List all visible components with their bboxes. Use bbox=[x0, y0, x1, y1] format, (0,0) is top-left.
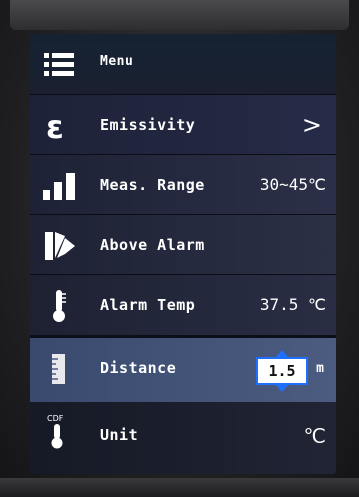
menu-item-label: Unit bbox=[100, 426, 139, 444]
decrement-arrow-icon[interactable] bbox=[276, 385, 288, 392]
device-top-bezel bbox=[10, 0, 349, 30]
svg-text:CDF: CDF bbox=[47, 414, 64, 423]
distance-value: 1.5 bbox=[268, 362, 296, 380]
menu-item-distance[interactable]: Distance 1.5 m bbox=[30, 338, 336, 402]
menu-item-label: Emissivity bbox=[100, 116, 196, 134]
device-frame: Menu ε Emissivity > Meas. Range 30~45℃ A… bbox=[0, 0, 359, 497]
device-bottom-edge bbox=[0, 478, 359, 497]
thermometer-cf-icon: CDF bbox=[42, 414, 76, 449]
menu-header: Menu bbox=[30, 34, 336, 95]
chevron-right-icon[interactable]: > bbox=[302, 111, 322, 139]
menu-item-emissivity[interactable]: ε Emissivity > bbox=[30, 95, 336, 155]
menu-item-unit[interactable]: CDF Unit ℃ bbox=[30, 402, 336, 474]
menu-item-label: Alarm Temp bbox=[100, 296, 196, 314]
epsilon-icon: ε bbox=[42, 109, 76, 143]
menu-screen: Menu ε Emissivity > Meas. Range 30~45℃ A… bbox=[30, 34, 336, 474]
unit-value: ℃ bbox=[303, 424, 326, 448]
signal-bars-icon bbox=[42, 169, 76, 203]
ruler-icon bbox=[42, 352, 76, 386]
thermometer-icon bbox=[42, 289, 76, 323]
increment-arrow-icon[interactable] bbox=[276, 350, 288, 357]
menu-item-meas-range[interactable]: Meas. Range 30~45℃ bbox=[30, 155, 336, 215]
fan-flag-icon bbox=[42, 229, 76, 263]
menu-item-above-alarm[interactable]: Above Alarm bbox=[30, 215, 336, 275]
menu-item-alarm-temp[interactable]: Alarm Temp 37.5 ℃ bbox=[30, 275, 336, 335]
alarm-temp-value: 37.5 ℃ bbox=[259, 295, 326, 314]
menu-title: Menu bbox=[100, 54, 134, 69]
menu-list-icon bbox=[42, 48, 76, 82]
svg-text:ε: ε bbox=[46, 109, 64, 143]
distance-value-input[interactable]: 1.5 bbox=[256, 350, 308, 392]
meas-range-value: 30~45℃ bbox=[259, 175, 326, 194]
menu-item-label: Distance bbox=[100, 359, 177, 377]
menu-item-label: Meas. Range bbox=[100, 176, 205, 194]
menu-item-label: Above Alarm bbox=[100, 236, 205, 254]
distance-unit: m bbox=[316, 361, 324, 376]
